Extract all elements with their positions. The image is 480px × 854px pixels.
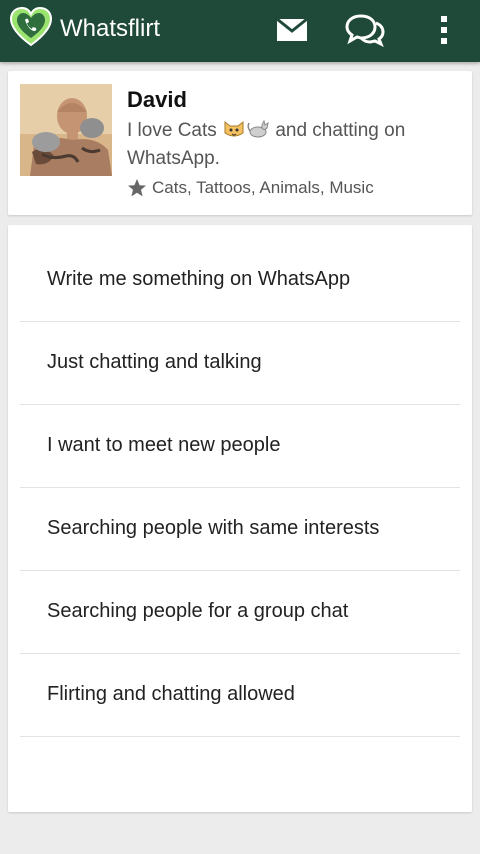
interests-row: Cats, Tattoos, Animals, Music bbox=[127, 178, 374, 198]
profile-card[interactable]: David I love Cats and chatting on WhatsA… bbox=[8, 71, 472, 215]
overflow-menu-button[interactable] bbox=[424, 10, 464, 50]
list-item-label: Flirting and chatting allowed bbox=[47, 683, 295, 705]
list-item-label: Just chatting and talking bbox=[47, 351, 262, 373]
messages-button[interactable] bbox=[272, 10, 312, 50]
list-item-label: Searching people for a group chat bbox=[47, 600, 349, 622]
mail-icon bbox=[276, 18, 308, 41]
list-item-just-chatting[interactable]: Just chatting and talking bbox=[20, 321, 460, 405]
bio-text-start: I love Cats bbox=[127, 120, 217, 141]
whatsflirt-heart-logo-icon[interactable] bbox=[9, 6, 53, 49]
list-item-label: Searching people with same interests bbox=[47, 517, 380, 539]
chats-button[interactable] bbox=[345, 10, 385, 50]
list-item-write-me[interactable]: Write me something on WhatsApp bbox=[20, 238, 460, 322]
cat-face-emoji-icon bbox=[222, 119, 246, 146]
profile-bio: I love Cats and chatting on WhatsApp. bbox=[127, 118, 457, 171]
cat-emoji-icon bbox=[246, 119, 270, 146]
app-bar: Whatsflirt bbox=[0, 0, 480, 62]
overflow-menu-icon bbox=[441, 16, 447, 44]
chat-bubbles-icon bbox=[345, 14, 385, 47]
list-item-label: I want to meet new people bbox=[47, 434, 281, 456]
list-item-label: Write me something on WhatsApp bbox=[47, 268, 351, 290]
app-title: Whatsflirt bbox=[60, 15, 161, 42]
avatar[interactable] bbox=[20, 84, 112, 176]
options-list: Write me something on WhatsApp Just chat… bbox=[8, 225, 472, 812]
star-icon bbox=[128, 179, 146, 197]
list-item-group-chat[interactable]: Searching people for a group chat bbox=[20, 570, 460, 654]
list-item-flirting[interactable]: Flirting and chatting allowed bbox=[20, 653, 460, 737]
list-item-meet-new-people[interactable]: I want to meet new people bbox=[20, 404, 460, 488]
list-item-same-interests[interactable]: Searching people with same interests bbox=[20, 487, 460, 571]
profile-name: David bbox=[127, 87, 187, 112]
profile-interests: Cats, Tattoos, Animals, Music bbox=[152, 178, 374, 197]
